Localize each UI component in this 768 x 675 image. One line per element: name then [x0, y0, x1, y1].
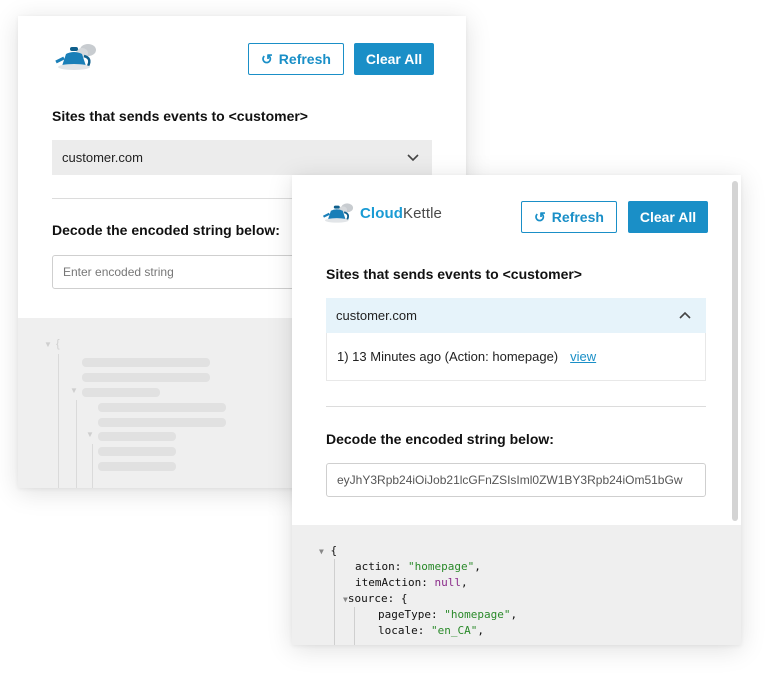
view-event-link[interactable]: view	[570, 349, 596, 364]
skeleton-row	[98, 462, 176, 471]
json-value: "en_CA"	[431, 624, 478, 637]
json-line-root: ▼ {	[319, 543, 337, 560]
skeleton-row	[98, 447, 176, 456]
brand-name: CloudKettle	[360, 205, 442, 222]
expand-triangle-icon: ▼	[44, 340, 52, 349]
json-value: {	[400, 592, 408, 605]
app-logo: CloudKettle	[322, 201, 442, 225]
event-list-item: 1) 13 Minutes ago (Action: homepage) vie…	[326, 333, 706, 381]
kettle-cloud-icon	[322, 203, 354, 223]
json-line: action: "homepage",	[355, 560, 481, 573]
json-line: ▼source: {	[343, 592, 408, 605]
json-guide-line	[334, 559, 335, 645]
clear-all-button-label: Clear All	[365, 51, 423, 67]
event-description: 1) 13 Minutes ago (Action: homepage)	[337, 349, 559, 364]
json-value: "homepage"	[444, 608, 511, 621]
chevron-down-icon	[407, 154, 419, 162]
refresh-button[interactable]: ↻ Refresh	[248, 43, 344, 75]
skeleton-guide	[76, 400, 77, 488]
skeleton-guide	[92, 444, 93, 488]
json-line: pageType: "homepage",	[378, 608, 518, 621]
json-key: locale	[378, 624, 418, 637]
json-guide-line	[354, 607, 355, 645]
refresh-icon: ↻	[261, 50, 273, 67]
skeleton-row	[98, 403, 226, 412]
json-key: action	[355, 560, 395, 573]
json-open-brace: {	[330, 544, 338, 557]
site-select[interactable]: customer.com	[52, 140, 432, 175]
site-select-value: customer.com	[62, 150, 143, 165]
sites-heading: Sites that sends events to <customer>	[326, 266, 582, 282]
json-key: itemAction	[355, 576, 422, 589]
clear-all-button[interactable]: Clear All	[354, 43, 434, 75]
kettle-cloud-icon	[55, 44, 96, 70]
chevron-up-icon	[679, 311, 691, 319]
json-line: locale: "en_CA",	[378, 624, 484, 637]
refresh-button-label: Refresh	[551, 209, 604, 225]
refresh-button[interactable]: ↻ Refresh	[521, 201, 617, 233]
decode-heading: Decode the encoded string below:	[326, 431, 554, 447]
skeleton-row	[82, 373, 210, 382]
encoded-string-placeholder: Enter encoded string	[63, 265, 174, 279]
skeleton-guide	[58, 354, 59, 488]
json-value: "homepage"	[408, 560, 475, 573]
site-dropdown[interactable]: customer.com	[326, 298, 706, 333]
json-viewer: ▼ { action: "homepage", itemAction: null…	[292, 525, 741, 645]
json-value: null	[434, 576, 461, 589]
section-divider	[326, 406, 706, 407]
skeleton-row	[98, 418, 226, 427]
clear-all-button[interactable]: Clear All	[628, 201, 708, 233]
json-key: source	[347, 592, 388, 605]
refresh-button-label: Refresh	[278, 51, 331, 67]
collapse-triangle-icon[interactable]: ▼	[319, 547, 324, 556]
app-logo	[54, 42, 100, 72]
refresh-icon: ↻	[534, 208, 546, 225]
foreground-app-panel: CloudKettle ↻ Refresh Clear All Sites th…	[292, 175, 741, 645]
json-key: pageType	[378, 608, 431, 621]
brand-name-part1: Cloud	[360, 204, 403, 222]
encoded-string-value: eyJhY3Rpb24iOiJob21lcGFnZSIsIml0ZW1BY3Rp…	[337, 473, 683, 487]
site-dropdown-value: customer.com	[336, 308, 417, 323]
clear-all-button-label: Clear All	[639, 209, 697, 225]
skeleton-brace: {	[56, 338, 60, 350]
scrollbar[interactable]	[732, 181, 738, 521]
brand-name-part2: Kettle	[403, 204, 442, 222]
skeleton-row	[82, 388, 160, 397]
encoded-string-input[interactable]: eyJhY3Rpb24iOiJob21lcGFnZSIsIml0ZW1BY3Rp…	[326, 463, 706, 497]
skeleton-row	[82, 358, 210, 367]
json-line: itemAction: null,	[355, 576, 468, 589]
expand-triangle-icon: ▼	[86, 430, 94, 439]
decode-heading: Decode the encoded string below:	[52, 222, 280, 238]
expand-triangle-icon: ▼	[70, 386, 78, 395]
sites-heading: Sites that sends events to <customer>	[52, 108, 308, 124]
skeleton-row	[98, 432, 176, 441]
